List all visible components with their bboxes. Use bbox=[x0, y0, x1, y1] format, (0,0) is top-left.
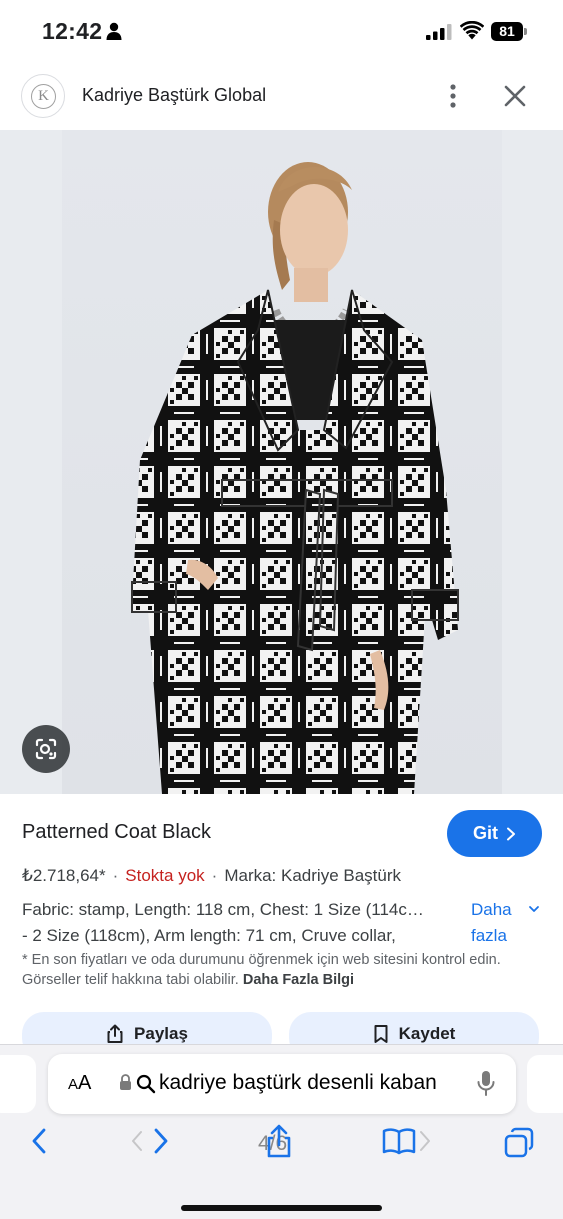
product-meta: ₺2.718,64* · Stokta yok · Marka: Kadriye Baş… bbox=[22, 866, 402, 885]
product-info-card: Patterned Coat Black Git ₺2.718,64* · Stok… bbox=[0, 794, 563, 1060]
price: ₺2.718,64* bbox=[22, 866, 106, 885]
save-label: Kaydet bbox=[398, 1024, 456, 1043]
disclaimer: * En son fiyatları ve oda durumunu öğren… bbox=[22, 950, 522, 990]
close-icon[interactable] bbox=[503, 84, 527, 108]
more-link[interactable]: Daha fazla bbox=[471, 897, 531, 949]
previous-tab-card[interactable] bbox=[0, 1055, 36, 1113]
lens-search-button[interactable] bbox=[22, 725, 70, 773]
battery-tip bbox=[524, 28, 527, 35]
description-line: Fabric: stamp, Length: 118 cm, Chest: 1 … bbox=[22, 900, 424, 919]
learn-more-link[interactable]: Daha Fazla Bilgi bbox=[243, 972, 354, 988]
product-image-area bbox=[0, 130, 563, 794]
product-description: Fabric: stamp, Length: 118 cm, Chest: 1 … bbox=[22, 897, 466, 949]
browser-toolbar: 4/6 bbox=[0, 1124, 563, 1175]
forward-icon[interactable] bbox=[152, 1127, 170, 1155]
site-logo[interactable]: K bbox=[21, 74, 65, 118]
ghost-back-icon bbox=[132, 1131, 142, 1151]
browser-bottom-bar: AA kadriye baştürk desenli kaban 4/6 bbox=[0, 1044, 563, 1219]
lock-icon bbox=[120, 1074, 131, 1090]
chevron-right-icon bbox=[507, 827, 515, 840]
next-tab-card[interactable] bbox=[527, 1055, 563, 1113]
share-label: Paylaş bbox=[134, 1024, 188, 1043]
person-icon bbox=[106, 22, 122, 40]
aa-small-letter: A bbox=[68, 1076, 79, 1093]
more-link-line: fazla bbox=[471, 926, 507, 945]
status-bar: 12:42 81 bbox=[0, 0, 563, 62]
bookmarks-icon[interactable] bbox=[382, 1127, 416, 1155]
go-button[interactable]: Git bbox=[447, 810, 542, 857]
description-line: - 2 Size (118cm), Arm length: 71 cm, Cru… bbox=[22, 926, 396, 945]
wifi-icon bbox=[460, 21, 484, 40]
chevron-down-icon[interactable] bbox=[528, 904, 540, 914]
home-indicator bbox=[181, 1205, 382, 1211]
microphone-icon[interactable] bbox=[476, 1070, 496, 1098]
battery-indicator: 81 bbox=[491, 22, 527, 41]
address-bar[interactable]: AA kadriye baştürk desenli kaban bbox=[48, 1054, 516, 1114]
search-icon bbox=[136, 1074, 156, 1094]
tabs-icon[interactable] bbox=[503, 1127, 535, 1159]
ghost-forward-icon bbox=[420, 1131, 430, 1151]
status-time: 12:42 bbox=[42, 18, 103, 44]
lens-icon bbox=[35, 738, 57, 760]
product-photo[interactable] bbox=[62, 130, 502, 794]
site-name[interactable]: Kadriye Baştürk Global bbox=[82, 85, 266, 106]
back-icon[interactable] bbox=[30, 1127, 48, 1155]
more-link-line: Daha bbox=[471, 900, 512, 919]
signal-icon bbox=[426, 24, 452, 40]
aa-large-letter: A bbox=[78, 1072, 92, 1094]
reader-options-button[interactable]: AA bbox=[68, 1072, 91, 1095]
share-icon[interactable] bbox=[264, 1123, 294, 1159]
lens-result-header: K Kadriye Baştürk Global bbox=[0, 62, 563, 130]
go-button-label: Git bbox=[473, 823, 498, 843]
stock-status: Stokta yok bbox=[125, 866, 205, 885]
share-icon bbox=[107, 1024, 123, 1043]
site-logo-letter: K bbox=[31, 84, 56, 109]
more-vertical-icon[interactable] bbox=[442, 82, 464, 110]
brand: Marka: Kadriye Baştürk bbox=[224, 866, 402, 885]
battery-level: 81 bbox=[491, 22, 523, 41]
product-title[interactable]: Patterned Coat Black bbox=[22, 821, 211, 844]
bookmark-icon bbox=[374, 1025, 388, 1043]
url-query[interactable]: kadriye baştürk desenli kaban bbox=[159, 1071, 437, 1095]
